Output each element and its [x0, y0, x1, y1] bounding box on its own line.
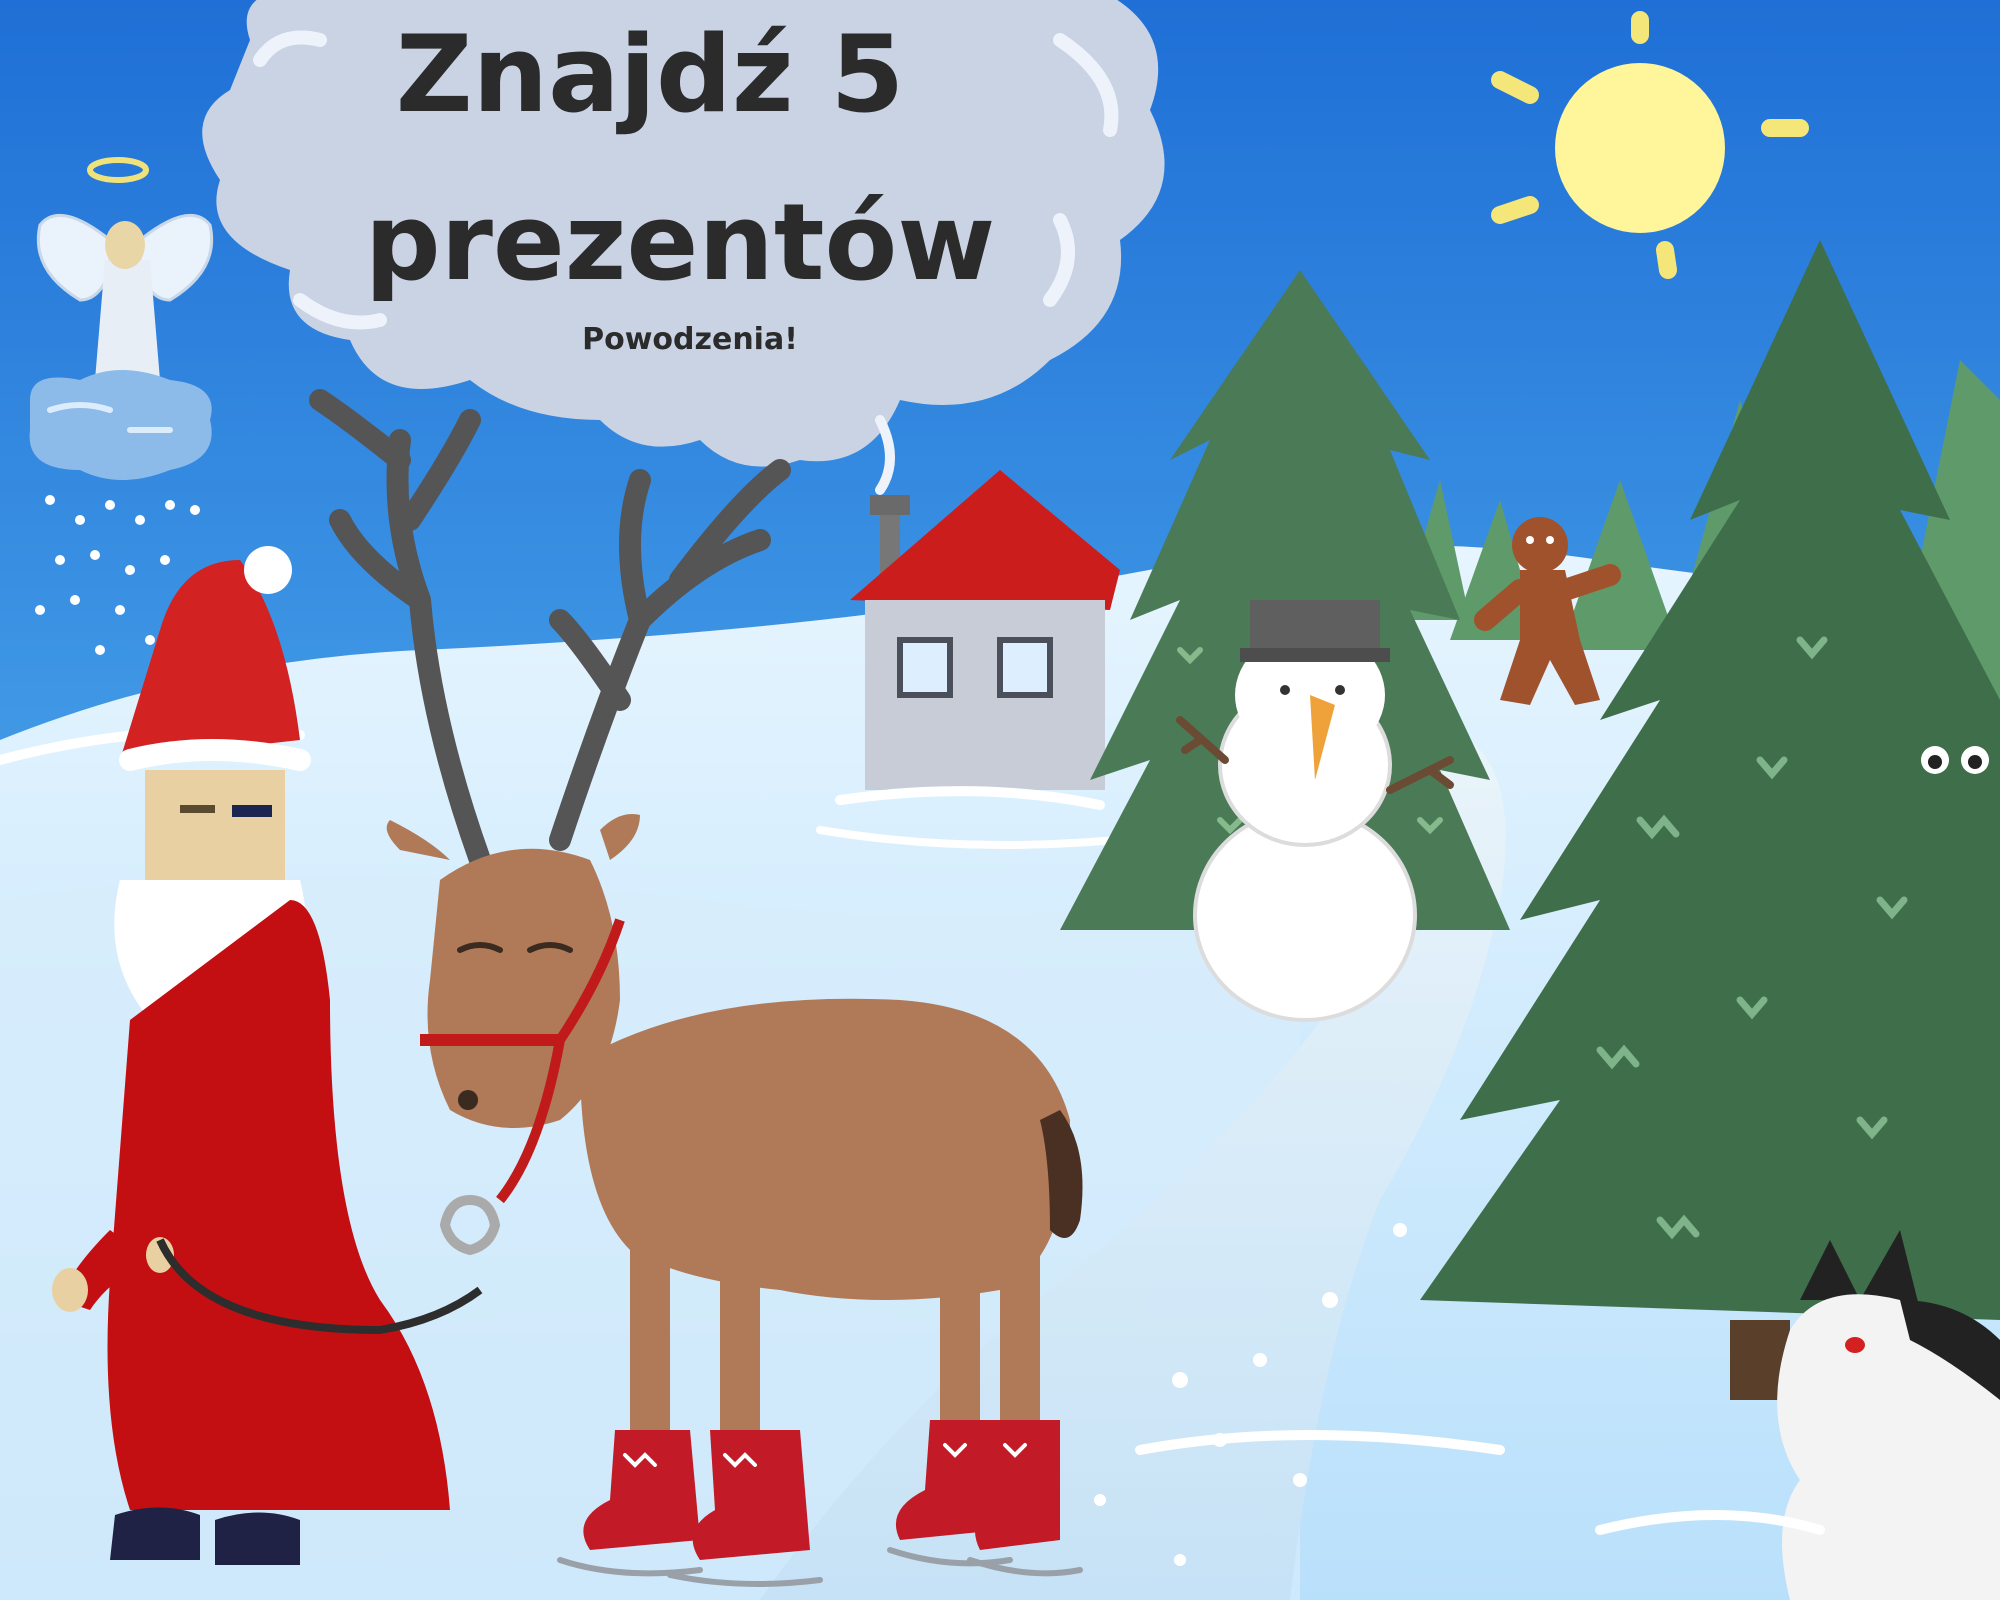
game-scene: Znajdź 5 prezentów Powodzenia! — [0, 0, 2000, 1600]
title-line-1: Znajdź 5 — [395, 13, 905, 136]
title-line-2: prezentów — [364, 181, 996, 304]
subtitle-good-luck: Powodzenia! — [582, 322, 798, 357]
